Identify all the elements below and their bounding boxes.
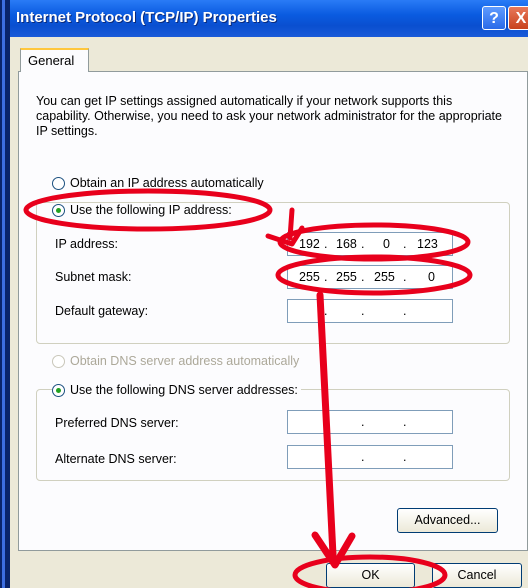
close-button[interactable]: X (508, 6, 528, 30)
preferred-dns-input[interactable]: . . . (287, 410, 453, 434)
preferred-dns-label: Preferred DNS server: (55, 416, 179, 430)
subnet-mask-label: Subnet mask: (55, 270, 132, 284)
ip-octet: 0 (383, 237, 390, 251)
mask-octet: 255 (374, 270, 395, 284)
window-title: Internet Protocol (TCP/IP) Properties (16, 9, 277, 26)
cancel-button[interactable]: Cancel (432, 563, 522, 588)
use-following-ip-label: Use the following IP address: (70, 203, 232, 217)
subnet-mask-input[interactable]: 255 . 255 . 255 . 0 (287, 265, 453, 289)
radio-circle (52, 176, 65, 190)
default-gateway-label: Default gateway: (55, 304, 149, 318)
mask-octet: 0 (428, 270, 435, 284)
obtain-ip-auto-radio[interactable]: Obtain an IP address automatically (52, 176, 264, 190)
obtain-dns-auto-radio[interactable]: Obtain DNS server address automatically (52, 354, 299, 368)
edge-highlight (2, 0, 5, 588)
advanced-button[interactable]: Advanced... (397, 508, 498, 533)
ip-octet: 123 (417, 237, 438, 251)
default-gateway-input[interactable]: . . . (287, 299, 453, 323)
help-icon: ? (489, 10, 499, 27)
alternate-dns-label: Alternate DNS server: (55, 452, 177, 466)
obtain-ip-auto-label: Obtain an IP address automatically (70, 176, 264, 190)
use-following-ip-radio[interactable]: Use the following IP address: (52, 203, 235, 217)
radio-circle-checked (52, 203, 65, 217)
tab-general-label: General (28, 53, 75, 68)
use-following-dns-label: Use the following DNS server addresses: (70, 383, 298, 397)
mask-octet: 255 (336, 270, 357, 284)
ip-address-label: IP address: (55, 237, 119, 251)
left-window-edge (0, 0, 10, 588)
close-icon: X (515, 10, 527, 27)
alternate-dns-input[interactable]: . . . (287, 445, 453, 469)
use-following-dns-radio[interactable]: Use the following DNS server addresses: (52, 383, 301, 397)
radio-circle-checked (52, 383, 65, 397)
ip-octet: 192 (299, 237, 320, 251)
tab-general[interactable]: General (20, 48, 89, 72)
ip-address-input[interactable]: 192 . 168 . 0 . 123 (287, 232, 453, 256)
ip-octet: 168 (336, 237, 357, 251)
help-button[interactable]: ? (482, 6, 506, 30)
obtain-dns-auto-label: Obtain DNS server address automatically (70, 354, 300, 368)
mask-octet: 255 (299, 270, 320, 284)
radio-circle-disabled (52, 354, 65, 368)
description-text: You can get IP settings assigned automat… (36, 94, 502, 138)
ok-button[interactable]: OK (326, 563, 415, 588)
title-bar[interactable]: Internet Protocol (TCP/IP) Properties ? … (10, 0, 528, 37)
